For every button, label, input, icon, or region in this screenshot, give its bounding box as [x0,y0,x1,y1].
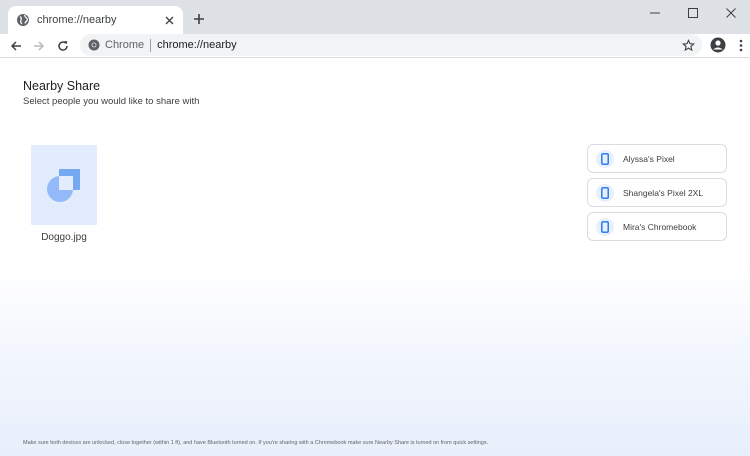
tab-strip: chrome://nearby [0,0,750,34]
device-name: Shangela's Pixel 2XL [623,187,704,198]
file-name: Doggo.jpg [41,232,87,243]
close-window-icon[interactable] [712,0,750,26]
device-card-miras-chromebook[interactable]: Mira's Chromebook [587,212,727,241]
minimize-icon[interactable] [636,0,674,26]
file-preview [31,145,97,225]
toolbar: Chrome chrome://nearby [0,34,750,58]
menu-kebab-icon[interactable] [736,37,746,53]
footer-note: Make sure both devices are unlocked, clo… [23,440,489,446]
site-chip: Chrome [105,39,145,51]
globe-icon [16,13,30,27]
image-file-icon [47,169,80,202]
profile-avatar-icon[interactable] [710,37,726,53]
nearby-share-page: Nearby Share Select people you would lik… [0,59,750,456]
back-icon[interactable] [6,36,26,56]
phone-icon [596,149,614,168]
chip-divider [150,38,152,52]
device-name: Mira's Chromebook [623,221,697,232]
page-subtitle: Select people you would like to share wi… [23,96,200,107]
forward-icon[interactable] [29,36,49,56]
device-card-shangelas-pixel-2xl[interactable]: Shangela's Pixel 2XL [587,178,727,207]
device-name: Alyssa's Pixel [623,153,675,164]
chrome-icon [88,39,100,51]
tab-nearby[interactable]: chrome://nearby [8,6,183,34]
phone-icon [596,217,614,236]
page-title: Nearby Share [23,79,101,93]
tab-title: chrome://nearby [37,14,117,26]
phone-icon [596,183,614,202]
new-tab-button[interactable] [189,9,209,29]
window-controls [636,0,750,26]
url-text: chrome://nearby [157,39,237,51]
address-bar[interactable]: Chrome chrome://nearby [80,34,702,56]
device-card-alyssas-pixel[interactable]: Alyssa's Pixel [587,144,727,173]
bookmark-star-icon[interactable] [680,37,696,53]
browser-window: chrome://nearby Chrome chrome://nearby N… [0,0,750,456]
device-list: Alyssa's Pixel Shangela's Pixel 2XL Mira… [587,144,727,246]
maximize-icon[interactable] [674,0,712,26]
reload-icon[interactable] [53,36,73,56]
close-tab-icon[interactable] [161,12,177,28]
